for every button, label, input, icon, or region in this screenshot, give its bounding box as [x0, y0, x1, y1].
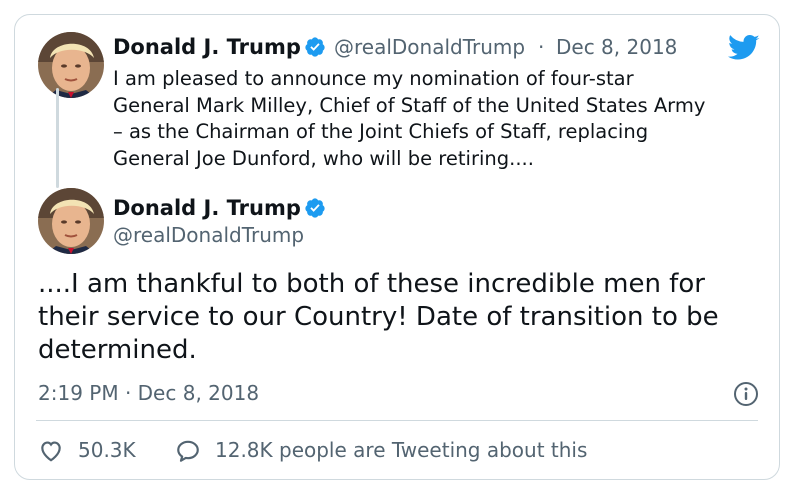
tweet-timestamp[interactable]: 2:19 PM · Dec 8, 2018	[38, 380, 259, 406]
quoted-tweet-date[interactable]: Dec 8, 2018	[556, 34, 677, 60]
heart-icon[interactable]	[38, 438, 64, 464]
verified-badge-icon	[305, 198, 325, 218]
quoted-author-handle[interactable]: @realDonaldTrump	[334, 34, 525, 60]
thread-connector-line	[56, 88, 59, 188]
verified-badge-icon	[305, 37, 325, 57]
info-icon[interactable]	[733, 381, 759, 407]
quoted-tweet-text: I am pleased to announce my nomination o…	[113, 67, 706, 170]
meta-separator: ·	[538, 35, 545, 59]
speech-bubble-icon[interactable]	[175, 438, 201, 464]
twitter-bird-icon[interactable]	[728, 34, 760, 62]
author-avatar[interactable]	[38, 188, 104, 254]
author-avatar[interactable]	[38, 32, 104, 98]
author-handle[interactable]: @realDonaldTrump	[113, 222, 304, 248]
likes-count[interactable]: 50.3K	[78, 437, 136, 463]
tweeting-about-link[interactable]: 12.8K people are Tweeting about this	[215, 437, 587, 463]
avatar-portrait	[38, 188, 104, 254]
tweet-text: ....I am thankful to both of these incre…	[38, 269, 719, 365]
stats-divider	[36, 420, 758, 421]
author-name[interactable]: Donald J. Trump	[113, 195, 301, 221]
quoted-author-name[interactable]: Donald J. Trump	[113, 34, 301, 60]
avatar-portrait	[38, 32, 104, 98]
